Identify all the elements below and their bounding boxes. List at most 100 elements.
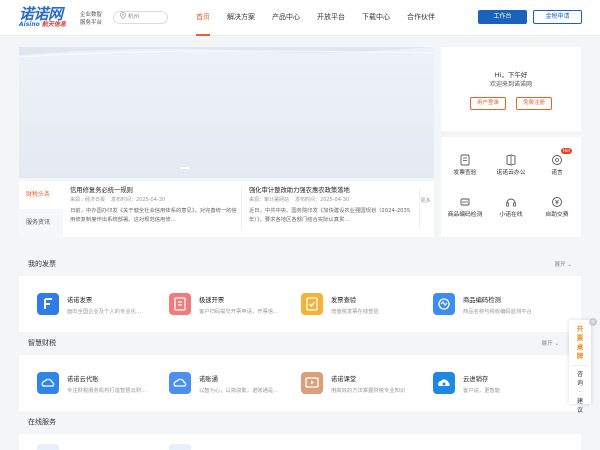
nav-downloads[interactable]: 下载中心 [362, 0, 390, 36]
nav-home[interactable]: 首页 [196, 0, 210, 36]
card-desc: 客户说，更智能 [463, 388, 501, 394]
chevron-down-icon: ⌄ [554, 341, 559, 347]
card-nuonuo-classroom[interactable]: 诺诺课堂 用高效的方法掌握财税专业知识 [283, 355, 413, 411]
smart-tax-cards: 诺诺云代账 专注财税服务机构打造智慧云财… 诺账通 以智为心，以简驭繁，诺账通是… [19, 355, 581, 411]
platform-tagline: 企业数智 服务平台 [80, 11, 102, 27]
quick-services: 发票查验 诺诺云办公 Hot 诺言 商品编码检测 小诺在线 自助交费 [441, 137, 581, 237]
card-title: 极速开票 [199, 297, 225, 304]
welcome-subtitle: 欢迎来到诺诺网 [489, 81, 532, 88]
service-self-payment[interactable]: 自助交费 [534, 195, 580, 220]
hero-banner[interactable] [19, 47, 434, 178]
carousel-indicator[interactable] [180, 167, 189, 169]
product-code-icon [460, 198, 470, 206]
service-chat[interactable]: Hot 诺言 [534, 148, 580, 178]
welcome-card: Hi，下午好 欢迎来到诺诺网 用户登录 免费注册 [441, 47, 581, 131]
invoice-check-icon [460, 154, 470, 166]
news-item[interactable]: 强化审计整改助力强农惠农政策落地 来源：审计署网站 发布时间：2025-04-30… [249, 186, 421, 225]
expand-label: 展开 [541, 341, 553, 347]
news-title[interactable]: 强化审计整改助力强农惠农政策落地 [249, 186, 421, 196]
greeting-text: Hi，下午好 [494, 71, 528, 79]
invoice-app-icon [37, 293, 59, 315]
news-more-link[interactable]: 更多 [419, 189, 431, 229]
card-title: 商品编码检测 [463, 297, 501, 304]
card-title: 发票查验 [331, 297, 357, 304]
apply-button[interactable]: 金税申请 [533, 10, 582, 24]
cloud-office-icon [506, 154, 516, 166]
card-product-code[interactable]: 商品编码检测 商品名称与税收编码监测平台 [415, 276, 545, 332]
close-icon[interactable]: × [589, 318, 597, 326]
service-label: 诺言 [551, 170, 563, 176]
nav-partners[interactable]: 合作伙伴 [407, 0, 435, 36]
card-desc: 用高效的方法掌握财税专业知识 [331, 388, 406, 394]
news-title[interactable]: 信用修复务必统一规则 [70, 186, 242, 196]
login-button[interactable]: 用户登录 [470, 97, 506, 110]
cloud-bookkeeping-icon [37, 372, 59, 394]
news-meta: 来源：经济日报 发布时间：2025-04-30 [70, 196, 242, 205]
card-fast-invoice[interactable]: 极速开票 客户扫码提交开票申请，开票信… [151, 276, 281, 332]
card-nuozhangtong[interactable]: 诺账通 以智为心，以简驭繁，诺账通是… [151, 355, 281, 411]
card-cloud-inventory[interactable]: 云进销存 客户说，更智能 [415, 355, 545, 411]
service-invoice-check[interactable]: 发票查验 [442, 153, 488, 178]
card-title: 诺诺云代账 [67, 376, 99, 383]
card-desc: 专注财税服务机构打造智慧云财… [67, 388, 147, 394]
nuozhangtong-icon [169, 372, 191, 394]
banner-wave-graphic [19, 47, 434, 58]
workbench-button[interactable]: 工作台 [478, 10, 527, 24]
online-service-cards [19, 434, 581, 450]
card-desc: 增值税发票在线查验 [331, 309, 379, 315]
floating-sidebar: × 开票桌牌 咨询·建议 [569, 318, 597, 414]
card-icon-partial [37, 444, 59, 450]
city-selector[interactable]: 杭州 [113, 11, 168, 24]
invoice-cards: 诺诺发票 面向全国企业及个人的专业化… 极速开票 客户扫码提交开票申请，开票信…… [19, 276, 581, 332]
card-invoice-check[interactable]: 发票查验 增值税发票在线查验 [283, 276, 413, 332]
service-cloud-office[interactable]: 诺诺云办公 [488, 153, 534, 178]
invoice-check-app-icon [301, 293, 323, 315]
invoice-tent-card-link[interactable]: 开票桌牌 [575, 320, 585, 361]
divider [572, 365, 588, 366]
service-product-code[interactable]: 商品编码检测 [442, 195, 488, 220]
feedback-link[interactable]: 咨询·建议 [577, 370, 584, 415]
nav-solutions[interactable]: 解决方案 [227, 0, 255, 36]
chevron-down-icon: ⌄ [567, 262, 572, 268]
news-time: 发布时间：2025-04-30 [111, 197, 166, 203]
card-icon-partial [169, 444, 191, 450]
service-online[interactable]: 小诺在线 [488, 195, 534, 220]
news-time: 发布时间：2025-04-30 [295, 197, 350, 203]
news-summary: 近日，中共中央、国务院印发《加快建设农业强国规划（2024-2035年）》，要求… [249, 208, 411, 223]
card-desc: 以智为心，以简驭繁，诺账通是… [199, 388, 279, 394]
expand-link[interactable]: 展开 ⌄ [555, 260, 572, 268]
hot-badge: Hot [561, 148, 573, 154]
service-label: 发票查验 [453, 170, 477, 176]
register-button[interactable]: 免费注册 [516, 97, 552, 110]
section-title: 智慧财税 [28, 339, 56, 347]
nav-open-platform[interactable]: 开放平台 [317, 0, 345, 36]
logo-en-text: Aisino [19, 21, 40, 28]
card-cloud-bookkeeping[interactable]: 诺诺云代账 专注财税服务机构打造智慧云财… [19, 355, 149, 411]
tagline-line-1: 企业数智 [80, 12, 103, 18]
expand-label: 展开 [554, 262, 566, 268]
card-nuonuo-invoice[interactable]: 诺诺发票 面向全国企业及个人的专业化… [19, 276, 149, 332]
site-logo[interactable]: 诺诺网 Aisino 航天信息 [19, 7, 74, 30]
news-source: 来源：审计署网站 [249, 197, 290, 203]
service-label: 诺诺云办公 [496, 170, 526, 176]
fast-invoice-icon [169, 293, 191, 315]
main-nav: 首页 解决方案 产品中心 开放平台 下载中心 合作伙伴 [196, 0, 452, 36]
tab-service-news[interactable]: 服务资讯 [19, 209, 63, 237]
card-desc: 面向全国企业及个人的专业化… [67, 309, 142, 315]
section-header-online-services: 在线服务 [19, 410, 581, 434]
tab-tax-headlines[interactable]: 财税头条 [19, 181, 63, 209]
card-title: 诺诺发票 [67, 297, 93, 304]
section-title: 在线服务 [28, 418, 56, 426]
tagline-line-2: 服务平台 [80, 20, 103, 26]
chat-icon [552, 155, 562, 165]
location-pin-icon [120, 12, 126, 20]
expand-link[interactable]: 展开 ⌄ [542, 339, 559, 347]
card-title: 诺账通 [199, 376, 218, 383]
service-label: 自助交费 [545, 212, 569, 218]
news-panel: 财税头条 服务资讯 信用修复务必统一规则 来源：经济日报 发布时间：2025-04… [19, 181, 434, 237]
nav-products[interactable]: 产品中心 [272, 0, 300, 36]
city-label: 杭州 [128, 14, 140, 20]
service-label: 商品编码检测 [447, 212, 483, 218]
news-item[interactable]: 信用修复务必统一规则 来源：经济日报 发布时间：2025-04-30 日前，中办国… [70, 186, 242, 225]
card-title: 诺诺课堂 [331, 376, 357, 383]
